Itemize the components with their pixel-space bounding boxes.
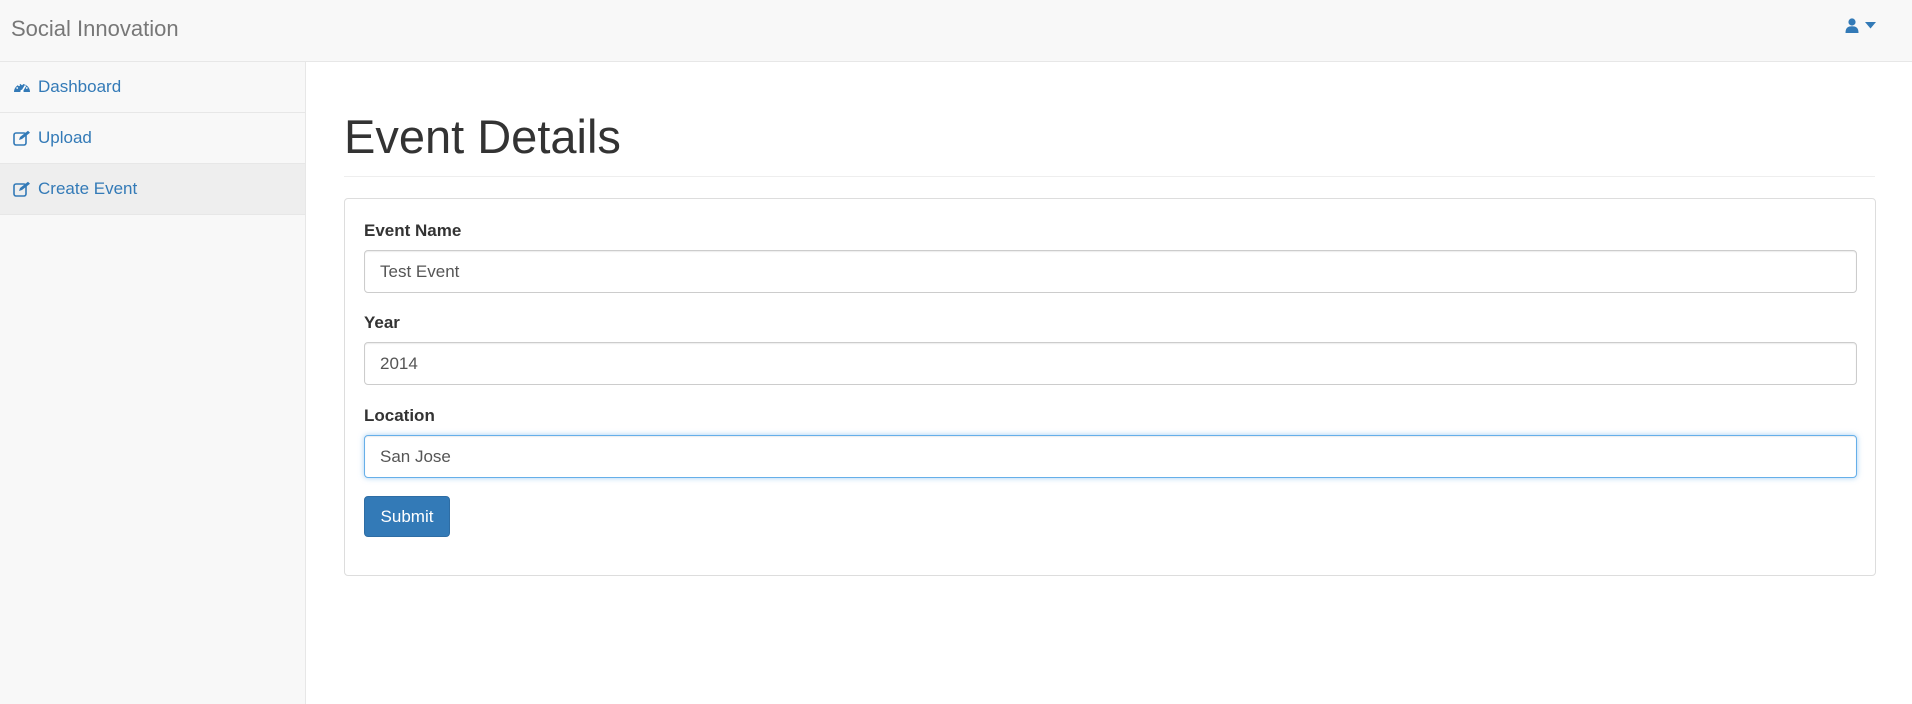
event-name-group: Event Name [364, 221, 1857, 293]
event-name-input[interactable] [364, 250, 1857, 293]
event-name-label: Event Name [364, 221, 462, 240]
sidebar-item-label: Create Event [38, 179, 138, 198]
location-input[interactable] [364, 435, 1857, 478]
location-label: Location [364, 406, 435, 425]
sidebar-item-upload[interactable]: Upload [0, 113, 305, 164]
edit-icon [13, 180, 31, 198]
dashboard-icon [13, 78, 31, 96]
year-label: Year [364, 313, 400, 332]
user-icon [1845, 18, 1859, 33]
location-group: Location [364, 406, 1857, 478]
sidebar: Dashboard Upload Create Event [0, 62, 306, 704]
year-input[interactable] [364, 342, 1857, 385]
top-navbar: Social Innovation [0, 0, 1912, 62]
brand-title[interactable]: Social Innovation [11, 16, 179, 42]
submit-button[interactable]: Submit [364, 496, 450, 537]
year-group: Year [364, 313, 1857, 385]
user-menu-toggle[interactable] [1845, 18, 1876, 33]
event-form-panel: Event Name Year Location Submit [344, 198, 1876, 576]
page-header: Event Details [344, 110, 1875, 177]
sidebar-item-create-event[interactable]: Create Event [0, 164, 305, 215]
sidebar-item-label: Upload [38, 128, 92, 147]
sidebar-item-label: Dashboard [38, 77, 122, 96]
page-title: Event Details [344, 110, 621, 163]
caret-down-icon [1865, 22, 1876, 29]
edit-icon [13, 129, 31, 147]
sidebar-item-dashboard[interactable]: Dashboard [0, 62, 305, 113]
main-content: Event Details Event Name Year Location S… [306, 62, 1912, 704]
